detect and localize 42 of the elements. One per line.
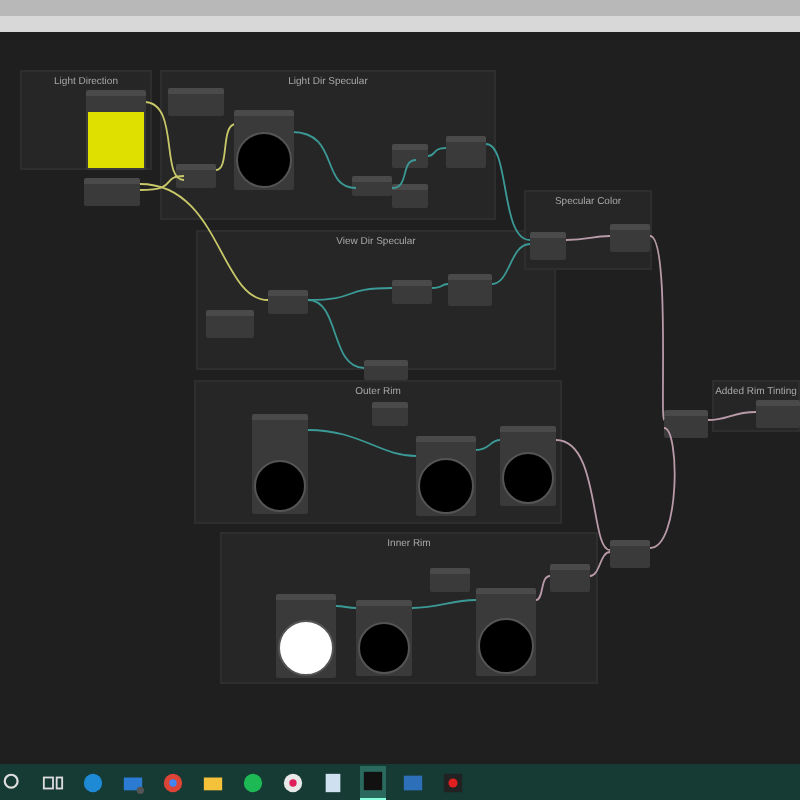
- node-card[interactable]: [446, 136, 486, 168]
- node-card[interactable]: [352, 176, 392, 196]
- node-card[interactable]: [206, 310, 254, 338]
- node-card[interactable]: [356, 600, 412, 676]
- connection-wire: [427, 147, 447, 157]
- connection-wire: [391, 159, 417, 189]
- node-card[interactable]: [392, 280, 432, 304]
- node-card[interactable]: [268, 290, 308, 314]
- connection-wire: [215, 123, 237, 171]
- node-card[interactable]: [448, 274, 492, 306]
- connection-wire: [565, 235, 611, 241]
- node-card[interactable]: [364, 360, 408, 380]
- connection-wire: [307, 429, 417, 457]
- node-card[interactable]: [530, 232, 566, 260]
- connection-wire: [475, 439, 501, 451]
- node-card[interactable]: [168, 88, 224, 116]
- node-card[interactable]: [500, 426, 556, 506]
- node-card[interactable]: [756, 400, 800, 428]
- node-card[interactable]: [610, 224, 650, 252]
- node-card[interactable]: [550, 564, 590, 592]
- connection-wire: [535, 575, 551, 601]
- connection-wire: [291, 131, 357, 189]
- node-card[interactable]: [610, 540, 650, 568]
- connection-wire: [335, 605, 357, 609]
- node-card[interactable]: [392, 144, 428, 168]
- node-card[interactable]: [84, 178, 140, 206]
- node-card[interactable]: [416, 436, 476, 516]
- node-card[interactable]: [392, 184, 428, 208]
- node-card[interactable]: [86, 90, 146, 170]
- node-card[interactable]: [476, 588, 536, 676]
- connection-wire: [649, 427, 676, 549]
- node-card[interactable]: [372, 402, 408, 426]
- node-card[interactable]: [252, 414, 308, 514]
- connection-wire: [707, 411, 757, 421]
- connection-wire: [411, 599, 477, 609]
- node-card[interactable]: [234, 110, 294, 190]
- node-card[interactable]: [664, 410, 708, 438]
- taskbar-app[interactable]: [360, 765, 386, 799]
- connection-wire: [431, 283, 449, 289]
- node-card[interactable]: [276, 594, 336, 678]
- node-card[interactable]: [176, 164, 216, 188]
- node-card[interactable]: [430, 568, 470, 592]
